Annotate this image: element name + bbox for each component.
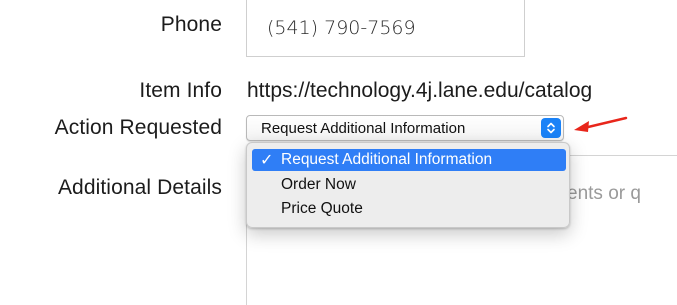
menu-item-request-additional-information[interactable]: ✓ Request Additional Information xyxy=(252,149,566,171)
action-requested-select[interactable]: Request Additional Information xyxy=(246,115,564,141)
checkmark-icon: ✓ xyxy=(260,152,274,169)
phone-value: (541) 790-7569 xyxy=(267,17,416,39)
menu-item-order-now[interactable]: Order Now xyxy=(252,174,566,196)
chevron-up-down-icon xyxy=(541,118,561,138)
menu-item-label: Price Quote xyxy=(281,200,363,217)
select-current-value: Request Additional Information xyxy=(261,120,466,137)
menu-item-label: Order Now xyxy=(281,176,356,193)
additional-details-label: Additional Details xyxy=(57,176,222,199)
action-requested-label: Action Requested xyxy=(54,116,222,139)
menu-item-price-quote[interactable]: Price Quote xyxy=(252,198,566,220)
action-dropdown-menu: ✓ Request Additional Information Order N… xyxy=(246,142,570,228)
item-info-link[interactable]: https://technology.4j.lane.edu/catalog xyxy=(247,79,677,103)
phone-field[interactable]: (541) 790-7569 xyxy=(246,0,525,57)
menu-item-label: Request Additional Information xyxy=(281,151,493,168)
textarea-placeholder: ents or q xyxy=(567,183,641,204)
item-info-label: Item Info xyxy=(139,79,222,102)
phone-label: Phone xyxy=(160,13,222,36)
